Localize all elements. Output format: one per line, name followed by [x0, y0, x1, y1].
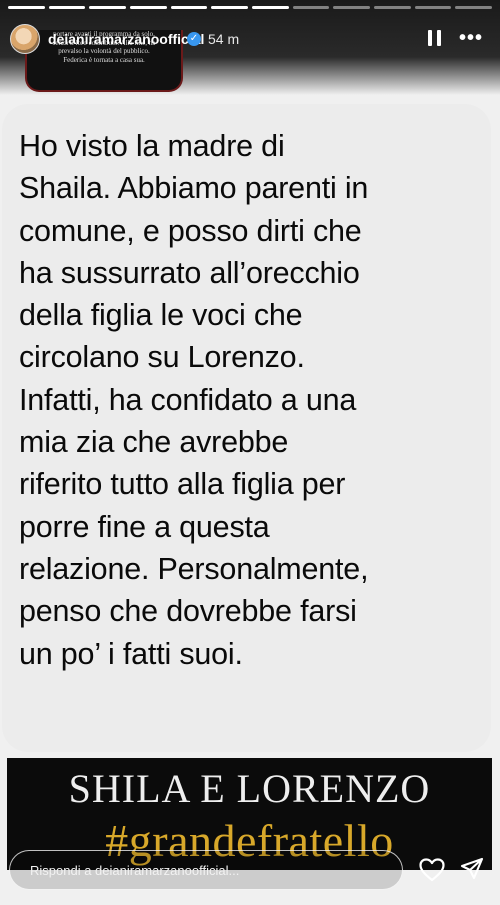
banner-title: SHILA E LORENZO — [68, 766, 431, 811]
message-line: circolano su Lorenzo. — [19, 340, 305, 375]
verified-badge-icon: ✓ — [187, 32, 201, 46]
message-line: Ho visto la madre di — [19, 129, 285, 163]
progress-segment — [414, 6, 452, 9]
message-line: Shaila. Abbiamo parenti in — [19, 171, 369, 206]
message-line: relazione. Personalmente, — [19, 551, 369, 586]
progress-segment — [374, 6, 411, 9]
reply-input[interactable]: Rispondi a deianiramarzanoofficial... — [9, 850, 403, 890]
progress-segment — [8, 6, 45, 9]
message-line: un po’ i fatti suoi. — [19, 636, 243, 671]
more-options-icon[interactable]: ••• — [459, 27, 483, 50]
progress-segment — [455, 6, 493, 9]
avatar[interactable] — [10, 24, 40, 54]
message-line: mia zia che avrebbe — [19, 425, 289, 460]
username[interactable]: deianiramarzanoofficial — [48, 31, 204, 47]
progress-segment — [130, 6, 167, 9]
message-line: porre fine a questa — [19, 509, 270, 544]
progress-segment — [170, 6, 208, 9]
message-line: riferito tutto alla figlia per — [19, 467, 346, 502]
message-line: penso che dovrebbe farsi — [19, 594, 357, 629]
story-screen[interactable]: portare avanti il programma da solo, sen… — [0, 0, 500, 905]
message-line: comune, e posso dirti che — [19, 213, 362, 248]
story-header: deianiramarzanoofficial ✓ 54 m ••• — [0, 18, 500, 60]
progress-segment — [252, 6, 289, 9]
progress-segment — [89, 6, 127, 9]
progress-segment — [211, 6, 249, 9]
message-line: Infatti, ha confidato a una — [19, 382, 357, 417]
heart-icon[interactable] — [419, 858, 445, 882]
progress-segment — [48, 6, 86, 9]
post-time: 54 m — [208, 31, 240, 47]
send-icon[interactable] — [460, 857, 484, 881]
reply-placeholder: Rispondi a deianiramarzanoofficial... — [30, 863, 240, 878]
story-progress-bar — [8, 6, 493, 9]
message-line: ha sussurrato all’orecchio — [19, 255, 360, 290]
pause-icon[interactable] — [428, 30, 442, 46]
message-text: Ho visto la madre di Shaila. Abbiamo par… — [19, 125, 479, 675]
message-line: della figlia le voci che — [19, 298, 303, 333]
progress-segment — [333, 6, 371, 9]
progress-segment — [292, 6, 330, 9]
